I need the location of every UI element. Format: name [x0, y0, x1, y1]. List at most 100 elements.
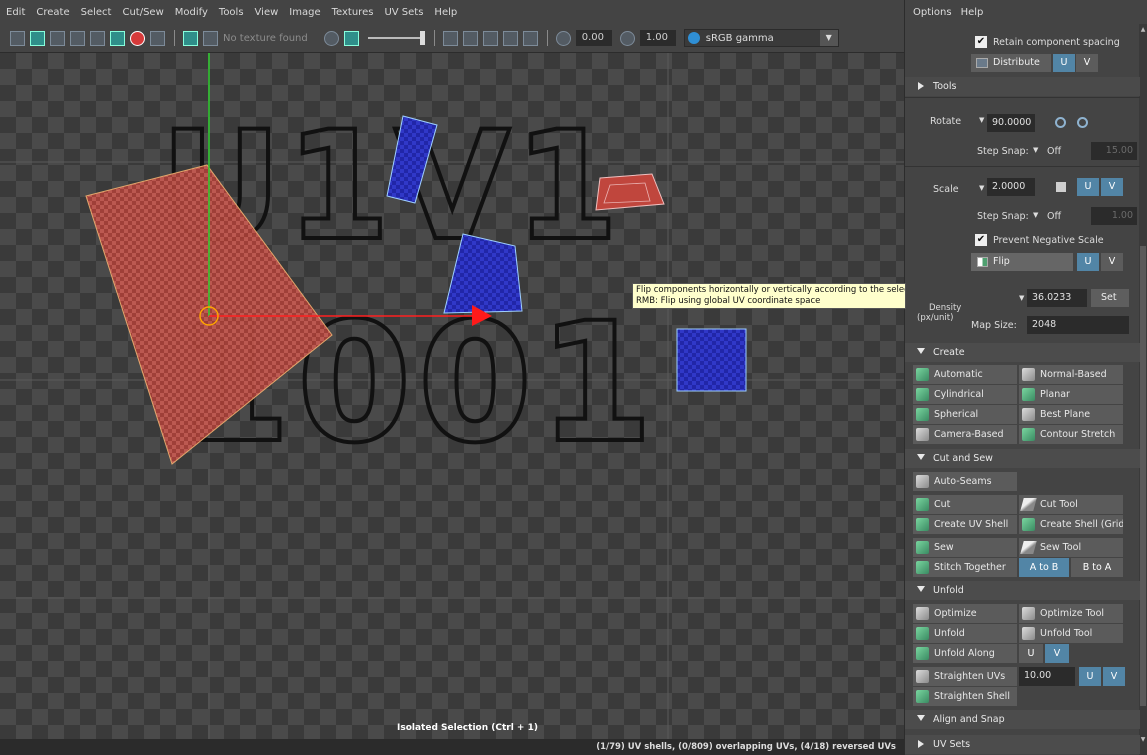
align-and-snap-section-header[interactable]: Align and Snap [905, 710, 1140, 729]
panel-scrollbar[interactable]: ▲ ▼ [1139, 24, 1147, 755]
menu-textures[interactable]: Textures [332, 7, 374, 18]
rotate-dropdown-icon[interactable]: ▼ [979, 116, 984, 124]
dim-image-icon[interactable] [323, 30, 339, 46]
rgb-channels-icon[interactable] [482, 30, 498, 46]
unfold-along-button[interactable]: Unfold Along [913, 644, 1017, 663]
unfold-along-v-button[interactable]: V [1045, 644, 1069, 663]
map-size-field[interactable]: 2048 [1027, 316, 1129, 334]
straighten-uvs-button[interactable]: Straighten UVs [913, 667, 1017, 686]
unfold-button[interactable]: Unfold [913, 624, 1017, 643]
scale-field[interactable]: 2.0000 [987, 178, 1035, 196]
menu-uv-sets[interactable]: UV Sets [384, 7, 423, 18]
prevent-negative-scale-checkbox[interactable]: ✔ [975, 234, 987, 246]
image-ratio-icon[interactable] [343, 30, 359, 46]
create-uv-shell-button[interactable]: Create UV Shell [913, 515, 1017, 534]
cut-tool-button[interactable]: Cut Tool [1019, 495, 1123, 514]
density-field[interactable]: 36.0233 [1027, 289, 1087, 307]
rotate-cw-icon[interactable] [1077, 117, 1088, 128]
panel-menu-help[interactable]: Help [961, 7, 984, 18]
auto-seams-button[interactable]: Auto-Seams [913, 472, 1017, 491]
sew-tool-button[interactable]: Sew Tool [1019, 538, 1123, 557]
isolate-select-icon[interactable] [130, 30, 145, 46]
optimize-tool-button[interactable]: Optimize Tool [1019, 604, 1123, 623]
cut-and-sew-section-header[interactable]: Cut and Sew [905, 449, 1140, 468]
scale-dropdown-icon[interactable]: ▼ [979, 184, 984, 192]
uv-snapshot-icon[interactable] [462, 30, 478, 46]
exposure-field[interactable]: 0.00 [575, 30, 612, 46]
best-plane-button[interactable]: Best Plane [1019, 405, 1123, 424]
scale-step-field[interactable]: 1.00 [1091, 207, 1137, 225]
image-display-icon[interactable] [183, 30, 198, 46]
checker-grid-icon[interactable] [110, 30, 125, 46]
grid-icon[interactable] [10, 30, 25, 46]
unfold-along-u-button[interactable]: U [1019, 644, 1043, 663]
checker-icon[interactable] [203, 30, 218, 46]
straighten-u-button[interactable]: U [1079, 667, 1101, 686]
retain-spacing-checkbox[interactable]: ✔ [975, 36, 987, 48]
menu-edit[interactable]: Edit [6, 7, 25, 18]
straighten-uvs-field[interactable]: 10.00 [1019, 667, 1075, 686]
menu-tools[interactable]: Tools [219, 7, 244, 18]
contour-stretch-button[interactable]: Contour Stretch [1019, 425, 1123, 444]
scale-step-dropdown-icon[interactable]: ▼ [1033, 211, 1038, 219]
rotate-ccw-icon[interactable] [1055, 117, 1066, 128]
scale-icon[interactable] [1056, 182, 1066, 192]
uv-viewport[interactable]: U1V1 1001 Isolated Selection (Ctrl + 1) [0, 53, 904, 739]
panel-menu-options[interactable]: Options [913, 7, 952, 18]
shell-icon[interactable] [50, 30, 65, 46]
scroll-up-icon[interactable]: ▲ [1139, 26, 1147, 33]
scale-step-snap-value[interactable]: Off [1047, 211, 1061, 222]
density-set-button[interactable]: Set [1091, 289, 1129, 307]
texture-borders-icon[interactable] [70, 30, 85, 46]
rotate-field[interactable]: 90.0000 [987, 114, 1035, 132]
scale-v-button[interactable]: V [1101, 178, 1123, 196]
scale-u-button[interactable]: U [1077, 178, 1099, 196]
scroll-down-icon[interactable]: ▼ [1139, 736, 1147, 743]
flip-u-button[interactable]: U [1077, 253, 1099, 271]
automatic-button[interactable]: Automatic [913, 365, 1017, 384]
tools-section-header[interactable]: Tools [905, 77, 1140, 96]
menu-create[interactable]: Create [36, 7, 69, 18]
menu-select[interactable]: Select [81, 7, 112, 18]
spherical-button[interactable]: Spherical [913, 405, 1017, 424]
flip-v-button[interactable]: V [1101, 253, 1123, 271]
create-section-header[interactable]: Create [905, 343, 1140, 362]
menu-cut-sew[interactable]: Cut/Sew [122, 7, 163, 18]
exposure-icon[interactable] [555, 30, 571, 46]
uv-tile-icon[interactable] [30, 30, 45, 46]
menu-help[interactable]: Help [434, 7, 457, 18]
gamma-icon[interactable] [619, 30, 635, 46]
straighten-shell-button[interactable]: Straighten Shell [913, 687, 1017, 706]
stitch-together-button[interactable]: Stitch Together [913, 558, 1017, 577]
image-dim-slider[interactable] [367, 31, 425, 45]
create-shell-grid-button[interactable]: Create Shell (Grid) [1019, 515, 1123, 534]
texture-dropdown[interactable]: No texture found [223, 33, 308, 44]
cut-button[interactable]: Cut [913, 495, 1017, 514]
normal-based-button[interactable]: Normal-Based [1019, 365, 1123, 384]
filter-icon[interactable] [442, 30, 458, 46]
scroll-thumb[interactable] [1140, 246, 1146, 706]
unfold-section-header[interactable]: Unfold [905, 581, 1140, 600]
density-dropdown-icon[interactable]: ▼ [1019, 294, 1024, 302]
b-to-a-button[interactable]: B to A [1071, 558, 1123, 577]
optimize-button[interactable]: Optimize [913, 604, 1017, 623]
rotate-step-field[interactable]: 15.00 [1091, 142, 1137, 160]
sew-button[interactable]: Sew [913, 538, 1017, 557]
alpha-icon[interactable] [502, 30, 518, 46]
menu-view[interactable]: View [255, 7, 279, 18]
distribute-u-button[interactable]: U [1053, 54, 1075, 72]
unfold-tool-button[interactable]: Unfold Tool [1019, 624, 1123, 643]
distribute-v-button[interactable]: V [1076, 54, 1098, 72]
distortion-icon[interactable] [90, 30, 105, 46]
straighten-v-button[interactable]: V [1103, 667, 1125, 686]
gamma-field[interactable]: 1.00 [639, 30, 676, 46]
rotate-step-dropdown-icon[interactable]: ▼ [1033, 146, 1038, 154]
a-to-b-button[interactable]: A to B [1019, 558, 1069, 577]
colorspace-dropdown[interactable]: sRGB gamma ▼ [683, 29, 839, 47]
camera-based-button[interactable]: Camera-Based [913, 425, 1017, 444]
uv-sets-section-header[interactable]: UV Sets [905, 735, 1140, 754]
rotate-step-snap-value[interactable]: Off [1047, 146, 1061, 157]
planar-button[interactable]: Planar [1019, 385, 1123, 404]
menu-image[interactable]: Image [289, 7, 320, 18]
rgb-icon[interactable] [522, 30, 538, 46]
